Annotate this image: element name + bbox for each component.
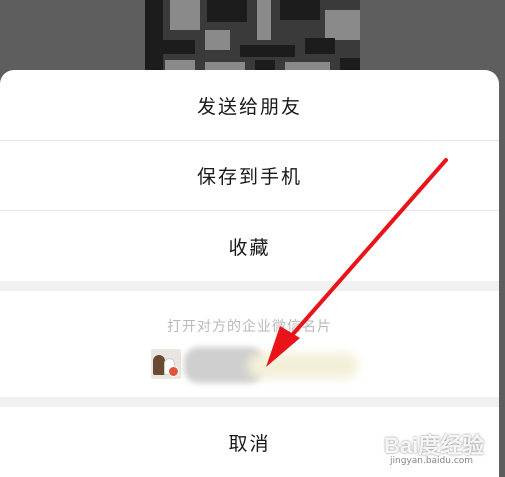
enterprise-contact-card[interactable] — [148, 347, 363, 387]
section-gap — [0, 281, 499, 291]
save-to-phone-label: 保存到手机 — [196, 166, 302, 188]
save-to-phone-button[interactable]: 保存到手机 — [0, 141, 499, 210]
section-gap — [0, 397, 499, 407]
favorite-label: 收藏 — [228, 236, 271, 259]
blurred-contact-info — [248, 353, 358, 379]
watermark-url: jingyan.baidu.com — [390, 456, 474, 466]
open-enterprise-card-title: 打开对方的企业微信名片 — [167, 319, 332, 335]
action-sheet: 发送给朋友 保存到手机 收藏 打开对方的企业微信名片 取消 — [0, 70, 499, 477]
send-to-friend-label: 发送给朋友 — [196, 95, 302, 118]
baidu-jingyan-watermark: Bai度经验 jingyan.baidu.com — [380, 424, 505, 472]
send-to-friend-button[interactable]: 发送给朋友 — [0, 70, 499, 140]
wecom-badge-icon — [168, 366, 179, 377]
cancel-label: 取消 — [228, 432, 271, 455]
favorite-button[interactable]: 收藏 — [0, 211, 499, 281]
